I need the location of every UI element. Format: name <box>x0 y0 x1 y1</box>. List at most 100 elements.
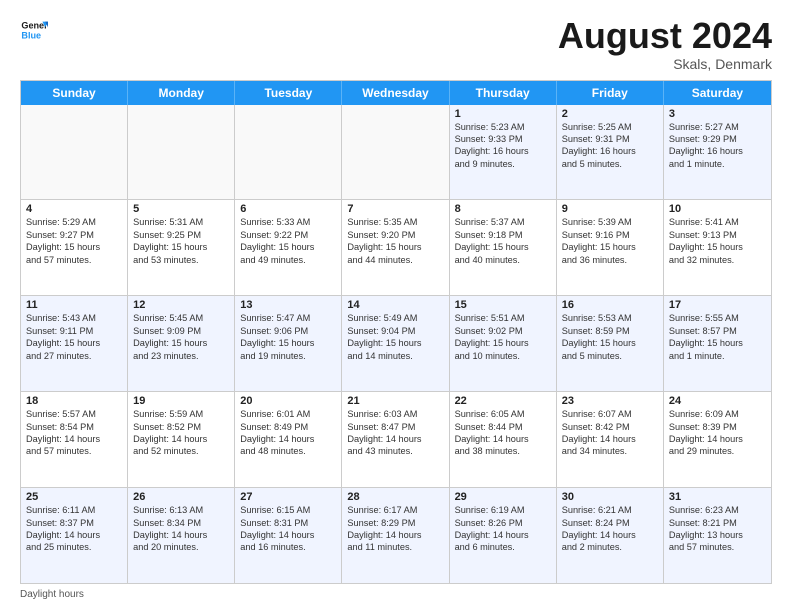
day-info: Sunrise: 5:45 AM Sunset: 9:09 PM Dayligh… <box>133 312 229 362</box>
weekday-header: Friday <box>557 81 664 105</box>
logo-icon: General Blue <box>20 16 48 44</box>
calendar-cell: 10Sunrise: 5:41 AM Sunset: 9:13 PM Dayli… <box>664 200 771 295</box>
day-info: Sunrise: 6:07 AM Sunset: 8:42 PM Dayligh… <box>562 408 658 458</box>
weekday-header: Tuesday <box>235 81 342 105</box>
day-info: Sunrise: 6:01 AM Sunset: 8:49 PM Dayligh… <box>240 408 336 458</box>
day-number: 21 <box>347 395 443 407</box>
calendar-cell: 29Sunrise: 6:19 AM Sunset: 8:26 PM Dayli… <box>450 488 557 583</box>
logo: General Blue <box>20 16 48 44</box>
day-number: 2 <box>562 108 658 120</box>
day-info: Sunrise: 5:35 AM Sunset: 9:20 PM Dayligh… <box>347 216 443 266</box>
calendar-body: 1Sunrise: 5:23 AM Sunset: 9:33 PM Daylig… <box>21 105 771 583</box>
calendar-cell: 25Sunrise: 6:11 AM Sunset: 8:37 PM Dayli… <box>21 488 128 583</box>
weekday-header: Saturday <box>664 81 771 105</box>
day-info: Sunrise: 6:23 AM Sunset: 8:21 PM Dayligh… <box>669 504 766 554</box>
calendar-cell: 26Sunrise: 6:13 AM Sunset: 8:34 PM Dayli… <box>128 488 235 583</box>
day-info: Sunrise: 5:29 AM Sunset: 9:27 PM Dayligh… <box>26 216 122 266</box>
day-number: 31 <box>669 491 766 503</box>
calendar-cell: 14Sunrise: 5:49 AM Sunset: 9:04 PM Dayli… <box>342 296 449 391</box>
day-info: Sunrise: 6:15 AM Sunset: 8:31 PM Dayligh… <box>240 504 336 554</box>
day-number: 9 <box>562 203 658 215</box>
day-info: Sunrise: 5:55 AM Sunset: 8:57 PM Dayligh… <box>669 312 766 362</box>
day-info: Sunrise: 5:41 AM Sunset: 9:13 PM Dayligh… <box>669 216 766 266</box>
page: General Blue August 2024 Skals, Denmark … <box>0 0 792 612</box>
calendar-cell: 17Sunrise: 5:55 AM Sunset: 8:57 PM Dayli… <box>664 296 771 391</box>
calendar-cell: 2Sunrise: 5:25 AM Sunset: 9:31 PM Daylig… <box>557 105 664 200</box>
day-info: Sunrise: 5:27 AM Sunset: 9:29 PM Dayligh… <box>669 121 766 171</box>
day-number: 26 <box>133 491 229 503</box>
svg-text:Blue: Blue <box>21 30 41 40</box>
calendar-cell <box>21 105 128 200</box>
calendar-row: 11Sunrise: 5:43 AM Sunset: 9:11 PM Dayli… <box>21 296 771 392</box>
day-number: 6 <box>240 203 336 215</box>
day-info: Sunrise: 5:33 AM Sunset: 9:22 PM Dayligh… <box>240 216 336 266</box>
calendar-cell: 4Sunrise: 5:29 AM Sunset: 9:27 PM Daylig… <box>21 200 128 295</box>
calendar-cell: 23Sunrise: 6:07 AM Sunset: 8:42 PM Dayli… <box>557 392 664 487</box>
day-number: 11 <box>26 299 122 311</box>
calendar-cell: 21Sunrise: 6:03 AM Sunset: 8:47 PM Dayli… <box>342 392 449 487</box>
day-info: Sunrise: 6:05 AM Sunset: 8:44 PM Dayligh… <box>455 408 551 458</box>
day-number: 18 <box>26 395 122 407</box>
day-info: Sunrise: 6:19 AM Sunset: 8:26 PM Dayligh… <box>455 504 551 554</box>
calendar-cell: 31Sunrise: 6:23 AM Sunset: 8:21 PM Dayli… <box>664 488 771 583</box>
day-number: 30 <box>562 491 658 503</box>
calendar-cell: 12Sunrise: 5:45 AM Sunset: 9:09 PM Dayli… <box>128 296 235 391</box>
calendar-cell: 3Sunrise: 5:27 AM Sunset: 9:29 PM Daylig… <box>664 105 771 200</box>
day-number: 28 <box>347 491 443 503</box>
calendar-cell <box>128 105 235 200</box>
calendar-cell: 11Sunrise: 5:43 AM Sunset: 9:11 PM Dayli… <box>21 296 128 391</box>
subtitle: Skals, Denmark <box>558 56 772 72</box>
day-info: Sunrise: 6:17 AM Sunset: 8:29 PM Dayligh… <box>347 504 443 554</box>
calendar-row: 4Sunrise: 5:29 AM Sunset: 9:27 PM Daylig… <box>21 200 771 296</box>
day-info: Sunrise: 6:03 AM Sunset: 8:47 PM Dayligh… <box>347 408 443 458</box>
day-number: 1 <box>455 108 551 120</box>
day-number: 5 <box>133 203 229 215</box>
calendar-cell: 28Sunrise: 6:17 AM Sunset: 8:29 PM Dayli… <box>342 488 449 583</box>
calendar-cell: 6Sunrise: 5:33 AM Sunset: 9:22 PM Daylig… <box>235 200 342 295</box>
day-info: Sunrise: 6:21 AM Sunset: 8:24 PM Dayligh… <box>562 504 658 554</box>
calendar-cell: 20Sunrise: 6:01 AM Sunset: 8:49 PM Dayli… <box>235 392 342 487</box>
day-info: Sunrise: 6:09 AM Sunset: 8:39 PM Dayligh… <box>669 408 766 458</box>
calendar-cell: 18Sunrise: 5:57 AM Sunset: 8:54 PM Dayli… <box>21 392 128 487</box>
calendar-cell: 9Sunrise: 5:39 AM Sunset: 9:16 PM Daylig… <box>557 200 664 295</box>
calendar-cell: 15Sunrise: 5:51 AM Sunset: 9:02 PM Dayli… <box>450 296 557 391</box>
calendar-cell: 24Sunrise: 6:09 AM Sunset: 8:39 PM Dayli… <box>664 392 771 487</box>
day-info: Sunrise: 5:43 AM Sunset: 9:11 PM Dayligh… <box>26 312 122 362</box>
calendar-cell: 16Sunrise: 5:53 AM Sunset: 8:59 PM Dayli… <box>557 296 664 391</box>
calendar-cell: 13Sunrise: 5:47 AM Sunset: 9:06 PM Dayli… <box>235 296 342 391</box>
day-number: 3 <box>669 108 766 120</box>
day-number: 14 <box>347 299 443 311</box>
day-number: 10 <box>669 203 766 215</box>
calendar-header: SundayMondayTuesdayWednesdayThursdayFrid… <box>21 81 771 105</box>
calendar-cell <box>235 105 342 200</box>
day-number: 24 <box>669 395 766 407</box>
day-number: 17 <box>669 299 766 311</box>
day-info: Sunrise: 5:57 AM Sunset: 8:54 PM Dayligh… <box>26 408 122 458</box>
calendar-cell: 8Sunrise: 5:37 AM Sunset: 9:18 PM Daylig… <box>450 200 557 295</box>
day-info: Sunrise: 5:25 AM Sunset: 9:31 PM Dayligh… <box>562 121 658 171</box>
day-number: 23 <box>562 395 658 407</box>
calendar-cell: 5Sunrise: 5:31 AM Sunset: 9:25 PM Daylig… <box>128 200 235 295</box>
day-info: Sunrise: 6:13 AM Sunset: 8:34 PM Dayligh… <box>133 504 229 554</box>
day-number: 8 <box>455 203 551 215</box>
day-number: 7 <box>347 203 443 215</box>
day-number: 12 <box>133 299 229 311</box>
weekday-header: Sunday <box>21 81 128 105</box>
day-number: 4 <box>26 203 122 215</box>
day-info: Sunrise: 5:49 AM Sunset: 9:04 PM Dayligh… <box>347 312 443 362</box>
day-number: 22 <box>455 395 551 407</box>
calendar-cell: 1Sunrise: 5:23 AM Sunset: 9:33 PM Daylig… <box>450 105 557 200</box>
calendar-row: 18Sunrise: 5:57 AM Sunset: 8:54 PM Dayli… <box>21 392 771 488</box>
day-info: Sunrise: 5:53 AM Sunset: 8:59 PM Dayligh… <box>562 312 658 362</box>
weekday-header: Thursday <box>450 81 557 105</box>
day-info: Sunrise: 5:31 AM Sunset: 9:25 PM Dayligh… <box>133 216 229 266</box>
footer: Daylight hours <box>20 589 772 600</box>
main-title: August 2024 <box>558 16 772 56</box>
day-info: Sunrise: 5:37 AM Sunset: 9:18 PM Dayligh… <box>455 216 551 266</box>
day-number: 16 <box>562 299 658 311</box>
day-info: Sunrise: 6:11 AM Sunset: 8:37 PM Dayligh… <box>26 504 122 554</box>
day-info: Sunrise: 5:47 AM Sunset: 9:06 PM Dayligh… <box>240 312 336 362</box>
day-info: Sunrise: 5:39 AM Sunset: 9:16 PM Dayligh… <box>562 216 658 266</box>
calendar-cell: 27Sunrise: 6:15 AM Sunset: 8:31 PM Dayli… <box>235 488 342 583</box>
day-info: Sunrise: 5:23 AM Sunset: 9:33 PM Dayligh… <box>455 121 551 171</box>
